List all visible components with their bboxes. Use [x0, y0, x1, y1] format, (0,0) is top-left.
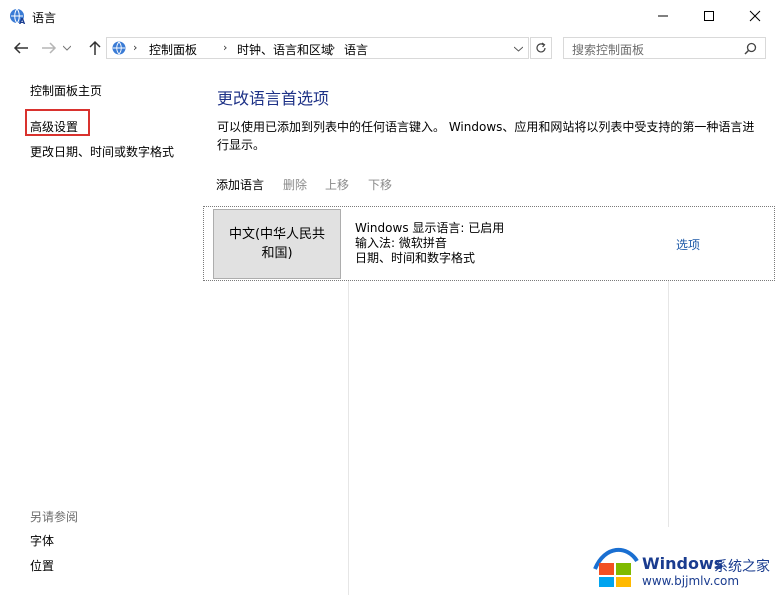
- sidebar-link-change-date-format[interactable]: 更改日期、时间或数字格式: [30, 143, 174, 160]
- input-method: 输入法: 微软拼音: [355, 236, 447, 250]
- refresh-icon: [536, 42, 546, 53]
- control-panel-icon: [112, 41, 126, 55]
- back-button[interactable]: [10, 37, 32, 59]
- language-details: Windows 显示语言: 已启用 输入法: 微软拼音 日期、时间和数字格式: [355, 221, 504, 266]
- display-language-status: Windows 显示语言: 已启用: [355, 221, 505, 235]
- windows-logo-icon: [593, 547, 639, 587]
- breadcrumb-separator-icon: ›: [223, 41, 228, 54]
- breadcrumb-separator-icon: ›: [133, 41, 138, 54]
- language-globe-icon: A: [10, 8, 26, 25]
- recent-locations-button[interactable]: [60, 37, 74, 59]
- watermark-url: www.bjjmlv.com: [642, 574, 740, 588]
- sidebar-link-location[interactable]: 位置: [30, 557, 54, 574]
- forward-arrow-icon: [42, 42, 57, 54]
- svg-text:A: A: [19, 17, 26, 25]
- sidebar-link-fonts[interactable]: 字体: [30, 532, 54, 549]
- chevron-down-icon: [63, 45, 71, 51]
- maximize-icon: [704, 11, 714, 21]
- breadcrumb-control-panel[interactable]: 控制面板: [149, 41, 197, 58]
- back-arrow-icon: [13, 42, 28, 54]
- minimize-icon: [658, 15, 668, 17]
- language-name-line1: 中文(中华人民共: [228, 227, 326, 242]
- forward-button[interactable]: [38, 37, 60, 59]
- search-input[interactable]: 搜索控制面板: [563, 37, 766, 59]
- move-down-button[interactable]: 下移: [368, 176, 392, 193]
- see-also-header: 另请参阅: [30, 510, 79, 524]
- remove-button[interactable]: 删除: [283, 176, 307, 193]
- date-format-label: 日期、时间和数字格式: [355, 251, 476, 265]
- maximize-button[interactable]: [686, 0, 732, 32]
- up-arrow-icon: [89, 40, 101, 55]
- minimize-button[interactable]: [640, 0, 686, 32]
- watermark-brand: Windows: [642, 554, 724, 573]
- search-placeholder: 搜索控制面板: [572, 43, 645, 57]
- column-divider: [348, 281, 349, 595]
- breadcrumb-language[interactable]: 语言: [344, 41, 368, 58]
- language-toolbar: 添加语言 删除 上移 下移: [203, 170, 776, 198]
- language-name-line2: 和国): [261, 246, 293, 261]
- address-dropdown-chevron-icon[interactable]: [514, 46, 523, 52]
- refresh-button[interactable]: [530, 37, 552, 59]
- sidebar-link-advanced-settings[interactable]: 高级设置: [30, 118, 78, 135]
- search-icon[interactable]: [744, 42, 757, 55]
- language-options-link[interactable]: 选项: [676, 236, 700, 253]
- language-name-button[interactable]: 中文(中华人民共 和国): [213, 209, 341, 279]
- watermark-cn: 系统之家: [714, 559, 770, 575]
- page-title: 更改语言首选项: [217, 89, 330, 108]
- window-title: 语言: [32, 11, 57, 25]
- close-icon: [749, 10, 761, 22]
- up-button[interactable]: [84, 37, 106, 59]
- breadcrumb-separator-icon: ›: [331, 41, 336, 54]
- address-bar[interactable]: › 控制面板 › 时钟、语言和区域 › 语言: [106, 37, 529, 59]
- move-up-button[interactable]: 上移: [325, 176, 349, 193]
- close-button[interactable]: [732, 0, 778, 32]
- add-language-button[interactable]: 添加语言: [216, 176, 264, 193]
- sidebar-link-control-panel-home[interactable]: 控制面板主页: [30, 82, 102, 99]
- page-description: 可以使用已添加到列表中的任何语言键入。 Windows、应用和网站将以列表中受支…: [217, 120, 755, 152]
- breadcrumb-clock-language-region[interactable]: 时钟、语言和区域: [237, 41, 333, 58]
